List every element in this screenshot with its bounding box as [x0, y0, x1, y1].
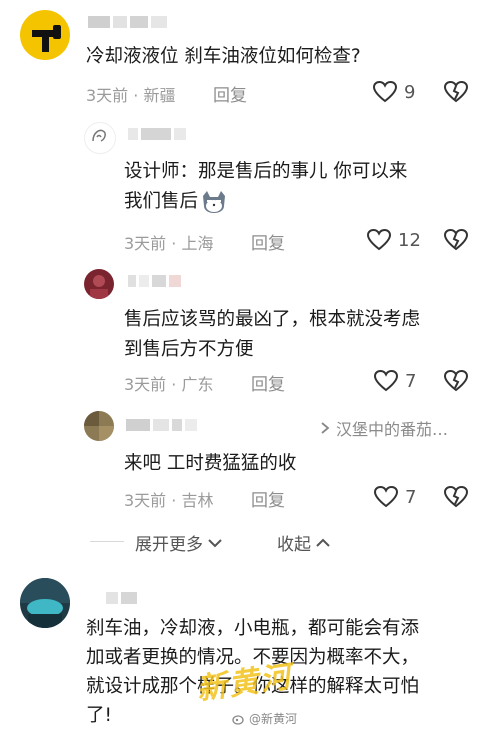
reply-button[interactable]: 回复	[251, 486, 285, 511]
cat-emoji-icon	[203, 191, 226, 213]
username-mosaic	[88, 16, 167, 28]
reply-to-label[interactable]: 汉堡中的番茄…	[318, 416, 448, 440]
heart-outline-icon	[373, 485, 399, 508]
reply-button[interactable]: 回复	[251, 229, 285, 254]
reply-text-line: 到售后方不方便	[124, 339, 254, 360]
reply-button[interactable]: 回复	[251, 370, 285, 395]
avatar[interactable]	[20, 578, 70, 628]
heart-outline-icon	[372, 80, 398, 103]
reply-location: 吉林	[181, 491, 214, 510]
reply-button[interactable]: 回复	[213, 81, 247, 106]
username-mosaic	[106, 592, 137, 604]
comment-time: 3天前	[86, 86, 129, 105]
broken-heart-icon	[443, 80, 469, 103]
comment-text-line: 刹车油，冷却液，小电瓶，都可能会有添	[86, 618, 420, 639]
reply-text: 来吧 工时费猛猛的收	[124, 453, 297, 474]
chevron-up-icon	[316, 538, 330, 547]
avatar[interactable]	[20, 10, 70, 60]
like-count: 7	[405, 486, 417, 508]
avatar[interactable]	[84, 122, 116, 154]
broken-heart-icon	[443, 228, 469, 251]
weibo-icon	[232, 714, 244, 725]
avatar[interactable]	[84, 411, 114, 441]
username-mosaic	[128, 275, 181, 287]
collapse-button[interactable]: 收起	[277, 530, 331, 555]
dislike-button[interactable]	[443, 485, 469, 513]
comment-time-location: 3天前 · 新疆	[86, 86, 176, 105]
expand-divider	[90, 541, 124, 542]
comment-text: 冷却液液位 刹车油液位如何检查?	[86, 46, 361, 67]
expand-more-button[interactable]: 展开更多	[135, 530, 223, 555]
chevron-down-icon	[208, 538, 222, 547]
reply-text-line: 售后应该骂的最凶了，根本就没考虑	[124, 309, 421, 330]
watermark-caption: @新黄河	[232, 710, 297, 727]
dislike-button[interactable]	[443, 369, 469, 397]
broken-heart-icon	[443, 369, 469, 392]
avatar-photo-icon	[90, 275, 108, 299]
reply-location: 上海	[181, 234, 214, 253]
avatar-photo-icon	[84, 411, 114, 441]
reply-text-line: 我们售后	[124, 191, 199, 212]
reply-time: 3天前	[124, 491, 167, 510]
reply-time-location: 3天前 · 上海	[124, 234, 214, 253]
comment-location: 新疆	[143, 86, 176, 105]
reply-text-line-2: 我们售后	[124, 187, 407, 217]
collapse-label: 收起	[277, 535, 311, 555]
like-count: 7	[405, 370, 417, 392]
reply-time-location: 3天前 · 广东	[124, 375, 214, 394]
like-button[interactable]: 7	[373, 485, 416, 509]
avatar-sketch-icon	[92, 129, 106, 142]
username-mosaic	[128, 128, 186, 140]
heart-outline-icon	[373, 369, 399, 392]
heart-outline-icon	[366, 228, 392, 251]
reply-to-name: 汉堡中的番茄…	[336, 420, 449, 439]
avatar[interactable]	[84, 269, 114, 299]
reply-text-line: 设计师：那是售后的事儿 你可以来	[124, 161, 408, 182]
reply-time: 3天前	[124, 375, 167, 394]
watermark-caption-text: @新黄河	[249, 712, 298, 726]
reply-location: 广东	[181, 375, 214, 394]
dislike-button[interactable]	[443, 228, 469, 256]
dislike-button[interactable]	[443, 80, 469, 108]
reply-time-location: 3天前 · 吉林	[124, 491, 214, 510]
reply-text: 售后应该骂的最凶了，根本就没考虑 到售后方不方便	[124, 305, 420, 365]
avatar-logo-icon	[32, 25, 61, 52]
reply-time: 3天前	[124, 234, 167, 253]
like-button[interactable]: 9	[372, 80, 415, 104]
like-button[interactable]: 12	[366, 228, 421, 252]
reply-text: 设计师：那是售后的事儿 你可以来 我们售后	[124, 157, 407, 217]
expand-more-label: 展开更多	[135, 535, 203, 555]
username-mosaic	[126, 419, 197, 431]
like-count: 9	[404, 81, 416, 103]
avatar-photo-icon	[20, 578, 70, 628]
like-count: 12	[398, 229, 421, 251]
reply-arrow-icon	[321, 422, 330, 434]
like-button[interactable]: 7	[373, 369, 416, 393]
broken-heart-icon	[443, 485, 469, 508]
